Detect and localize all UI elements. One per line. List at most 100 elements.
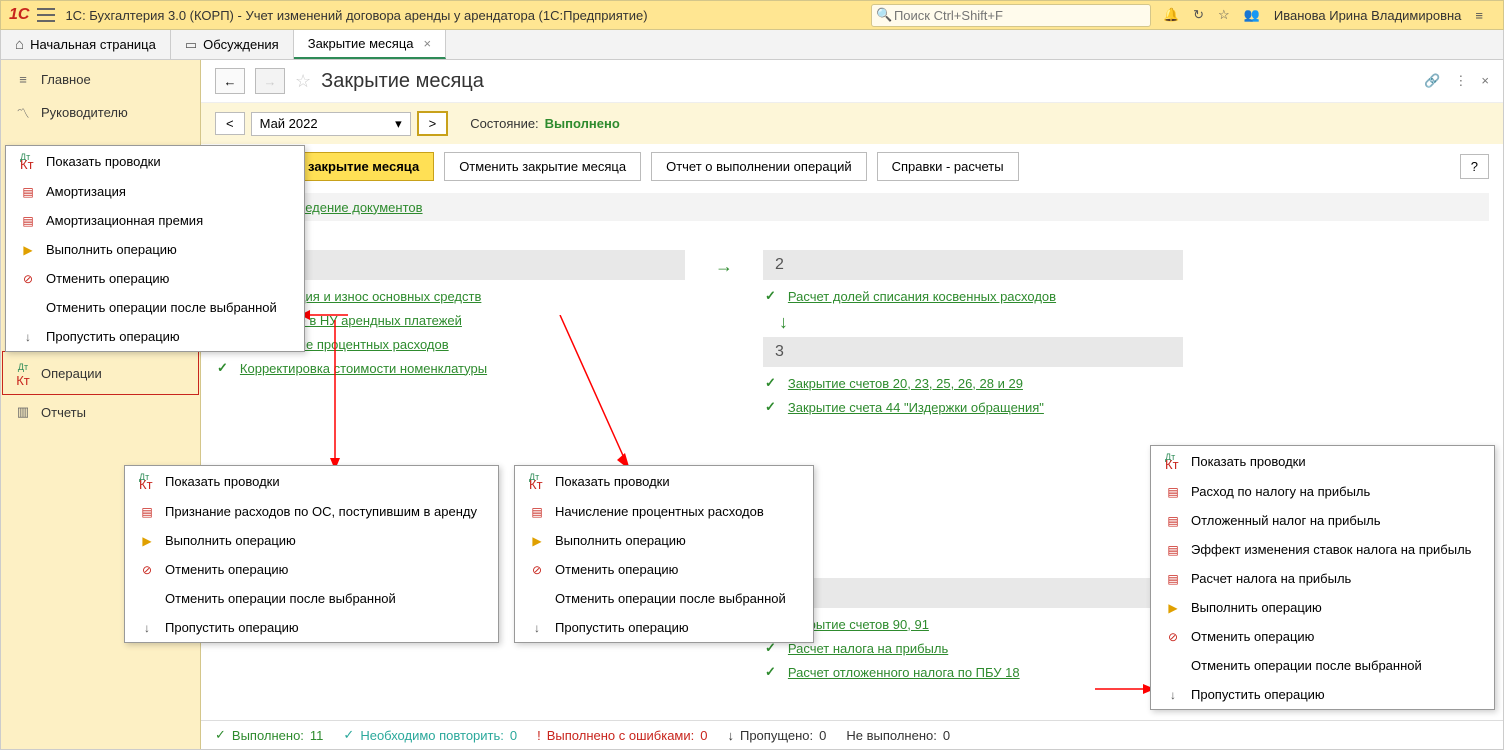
refs-button[interactable]: Справки - расчеты [877, 152, 1019, 181]
ctx-run[interactable]: ▶Выполнить операцию [6, 235, 304, 264]
context-menu-top: ДтКтПоказать проводки ▤Амортизация ▤Амор… [5, 145, 305, 352]
ctx-cancel[interactable]: ⊘Отменить операцию [1151, 622, 1494, 651]
ctx-item[interactable]: ▤Расход по налогу на прибыль [1151, 477, 1494, 506]
ctx-skip[interactable]: ↓Пропустить операцию [515, 613, 813, 642]
search-input[interactable] [871, 4, 1151, 27]
ctx-show-postings[interactable]: ДтКтПоказать проводки [515, 466, 813, 497]
check-icon: ✓ [765, 375, 776, 391]
close-icon[interactable]: × [424, 36, 432, 51]
ctx-run[interactable]: ▶Выполнить операцию [1151, 593, 1494, 622]
favorite-icon[interactable]: ☆ [295, 71, 311, 92]
ctx-item[interactable]: ▤Расчет налога на прибыль [1151, 564, 1494, 593]
tabs: Начальная страница Обсуждения Закрытие м… [0, 30, 1504, 60]
op-link[interactable]: Закрытие счетов 20, 23, 25, 26, 28 и 29 [788, 376, 1023, 391]
right-stages: 2 ✓ Расчет долей списания косвенных расхо… [763, 250, 1183, 684]
op-link[interactable]: Корректировка стоимости номенклатуры [240, 361, 487, 376]
ctx-item[interactable]: ▤Отложенный налог на прибыль [1151, 506, 1494, 535]
stage3-header: 3 [763, 337, 1183, 367]
ctx-show-postings[interactable]: ДтКтПоказать проводки [125, 466, 498, 497]
hamburger-icon[interactable] [37, 8, 55, 22]
menu-icon[interactable]: ≡ [1475, 8, 1483, 23]
ctx-skip[interactable]: ↓Пропустить операцию [1151, 680, 1494, 709]
check-icon: ✓ [215, 727, 226, 743]
dtkt-icon: ДтКт [529, 473, 545, 490]
forward-button[interactable]: → [255, 68, 285, 94]
cancel-button[interactable]: Отменить закрытие месяца [444, 152, 641, 181]
arrow-down-icon: ↓ [779, 312, 1183, 333]
ctx-show-postings[interactable]: ДтКтПоказать проводки [6, 146, 304, 177]
check-icon: ✓ [765, 664, 776, 680]
reposting-row: ✓ Перепроведение документов [215, 193, 1489, 221]
ctx-cancel-after[interactable]: Отменить операции после выбранной [515, 584, 813, 613]
stage2-header: 2 [763, 250, 1183, 280]
user-name[interactable]: Иванова Ирина Владимировна [1274, 8, 1462, 23]
op-link[interactable]: Закрытие счета 44 "Издержки обращения" [788, 400, 1044, 415]
dtkt-icon: ДтКт [15, 358, 31, 388]
op-link[interactable]: Расчет долей списания косвенных расходов [788, 289, 1056, 304]
doc-icon: ▤ [20, 185, 36, 199]
check-icon: ✓ [343, 727, 354, 743]
skip-icon: ↓ [20, 330, 36, 344]
ctx-cancel[interactable]: ⊘Отменить операцию [6, 264, 304, 293]
logo-icon: 1C [9, 6, 29, 24]
ctx-run[interactable]: ▶Выполнить операцию [125, 526, 498, 555]
state-label: Состояние: [470, 116, 538, 131]
period-field[interactable]: Май 2022▾ [251, 112, 411, 136]
star-icon[interactable]: ☆ [1218, 7, 1230, 23]
bell-icon[interactable]: 🔔 [1163, 7, 1179, 23]
back-button[interactable]: ← [215, 68, 245, 94]
title-bar: 1C 1С: Бухгалтерия 3.0 (КОРП) - Учет изм… [0, 0, 1504, 30]
bars-icon: ▥ [15, 404, 31, 420]
nav-leader[interactable]: 〽Руководителю [1, 95, 200, 130]
link-icon[interactable]: 🔗 [1424, 73, 1440, 89]
nav-operations[interactable]: ДтКтОперации [1, 350, 200, 396]
ctx-item[interactable]: ▤Амортизационная премия [6, 206, 304, 235]
tab-home[interactable]: Начальная страница [1, 30, 171, 59]
tab-month-close[interactable]: Закрытие месяца× [294, 30, 446, 59]
ctx-skip[interactable]: ↓Пропустить операцию [125, 613, 498, 642]
ctx-run[interactable]: ▶Выполнить операцию [515, 526, 813, 555]
ctx-cancel-after[interactable]: Отменить операции после выбранной [125, 584, 498, 613]
dtkt-icon: ДтКт [20, 153, 36, 170]
skip-icon: ↓ [727, 728, 734, 743]
nav-main[interactable]: ≡Главное [1, 64, 200, 95]
status-bar: ✓Выполнено: 11 ✓Необходимо повторить: 0 … [201, 720, 1503, 749]
nav-reports[interactable]: ▥Отчеты [1, 396, 200, 428]
help-button[interactable]: ? [1460, 154, 1489, 179]
run-icon: ▶ [20, 243, 36, 257]
ctx-item[interactable]: ▤Признание расходов по ОС, поступившим в… [125, 497, 498, 526]
doc-icon: ▤ [1165, 514, 1181, 528]
arrow-right-icon: → [715, 256, 733, 276]
more-icon[interactable]: ⋮ [1454, 73, 1467, 89]
skip-icon: ↓ [529, 621, 545, 635]
history-icon[interactable]: ↻ [1193, 7, 1204, 23]
skip-icon: ↓ [1165, 688, 1181, 702]
period-prev[interactable]: < [215, 112, 245, 135]
check-icon: ✓ [217, 360, 228, 376]
ctx-show-postings[interactable]: ДтКтПоказать проводки [1151, 446, 1494, 477]
op-link[interactable]: Расчет отложенного налога по ПБУ 18 [788, 665, 1020, 680]
doc-icon: ▤ [139, 505, 155, 519]
ctx-cancel-after[interactable]: Отменить операции после выбранной [1151, 651, 1494, 680]
ctx-cancel-after[interactable]: Отменить операции после выбранной [6, 293, 304, 322]
page-title: Закрытие месяца [321, 70, 484, 93]
tab-discussions[interactable]: Обсуждения [171, 30, 294, 59]
period-next[interactable]: > [417, 111, 449, 136]
report-button[interactable]: Отчет о выполнении операций [651, 152, 867, 181]
ctx-skip[interactable]: ↓Пропустить операцию [6, 322, 304, 351]
context-menu-mid: ДтКтПоказать проводки ▤Начисление процен… [514, 465, 814, 643]
dropdown-icon[interactable]: ▾ [395, 116, 402, 132]
search-icon: 🔍 [876, 7, 892, 23]
doc-icon: ▤ [1165, 485, 1181, 499]
ctx-cancel[interactable]: ⊘Отменить операцию [125, 555, 498, 584]
arrow-down-icon: ↓ [779, 553, 1183, 574]
ctx-item[interactable]: ▤Эффект изменения ставок налога на прибы… [1151, 535, 1494, 564]
ctx-cancel[interactable]: ⊘Отменить операцию [515, 555, 813, 584]
close-page-icon[interactable]: × [1481, 73, 1489, 89]
cancel-icon: ⊘ [139, 563, 155, 577]
ctx-item[interactable]: ▤Начисление процентных расходов [515, 497, 813, 526]
ctx-item[interactable]: ▤Амортизация [6, 177, 304, 206]
top-icons: 🔔 ↻ ☆ 👥 Иванова Ирина Владимировна ≡ [1163, 7, 1483, 23]
users-icon[interactable]: 👥 [1244, 7, 1260, 23]
doc-icon: ▤ [529, 505, 545, 519]
